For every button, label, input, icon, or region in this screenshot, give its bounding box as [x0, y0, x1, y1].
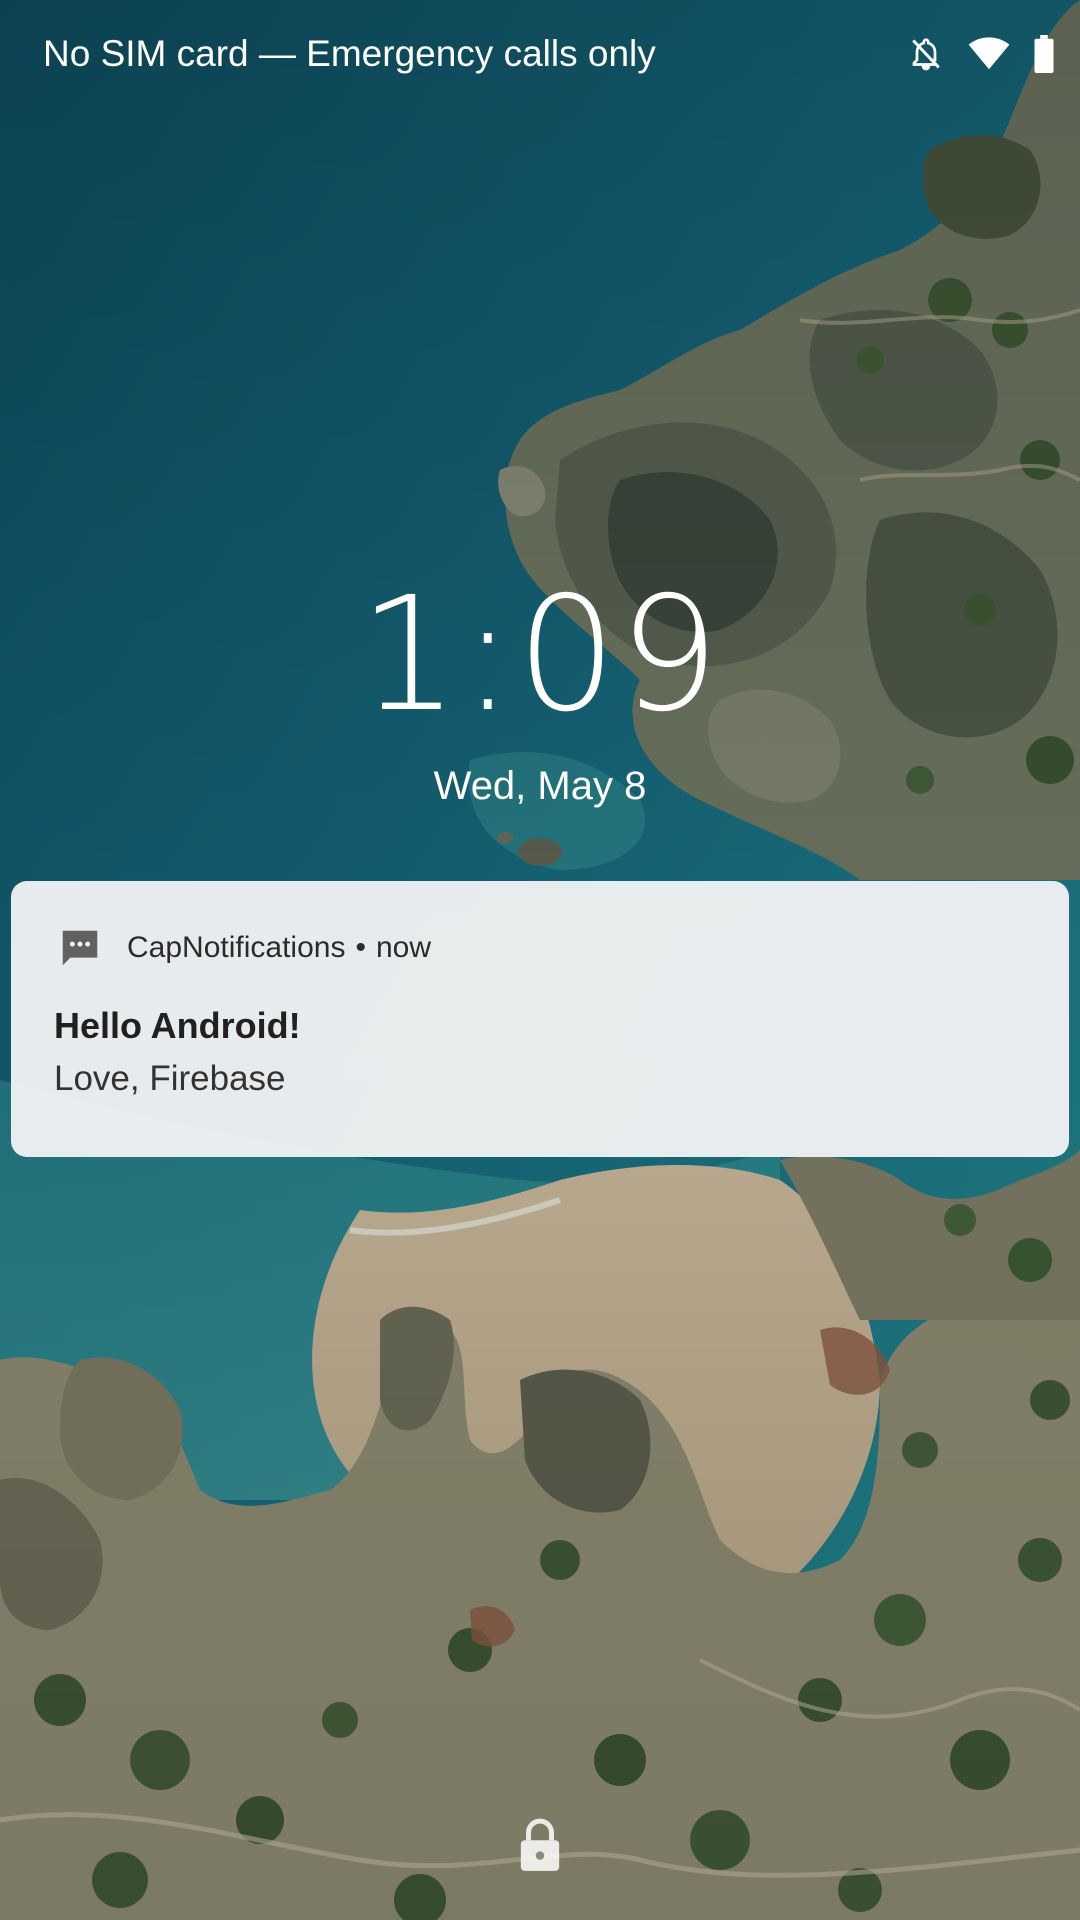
- status-bar: No SIM card — Emergency calls only: [0, 0, 1080, 108]
- status-icons: [908, 34, 1054, 74]
- lockscreen-date: Wed, May 8: [433, 764, 647, 808]
- lock-icon[interactable]: [517, 1818, 563, 1874]
- battery-icon: [1034, 35, 1054, 73]
- notification-title: Hello Android!: [54, 1005, 301, 1046]
- notification-time: now: [375, 931, 431, 964]
- notification-text: Love, Firebase: [54, 1059, 286, 1098]
- notifications-off-icon: [908, 35, 944, 73]
- notification-app-name: CapNotifications: [127, 931, 346, 964]
- lockscreen-clock: 1:09: [358, 563, 722, 747]
- wifi-icon: [968, 37, 1010, 71]
- carrier-status-text: No SIM card — Emergency calls only: [43, 33, 656, 74]
- notification-card[interactable]: CapNotifications • now Hello Android! Lo…: [11, 881, 1069, 1157]
- message-icon: [62, 930, 98, 966]
- notification-header: CapNotifications • now: [57, 925, 431, 971]
- notification-separator: •: [355, 931, 366, 964]
- lock-screen: No SIM card — Emergency calls only 1:09 …: [0, 0, 1080, 1920]
